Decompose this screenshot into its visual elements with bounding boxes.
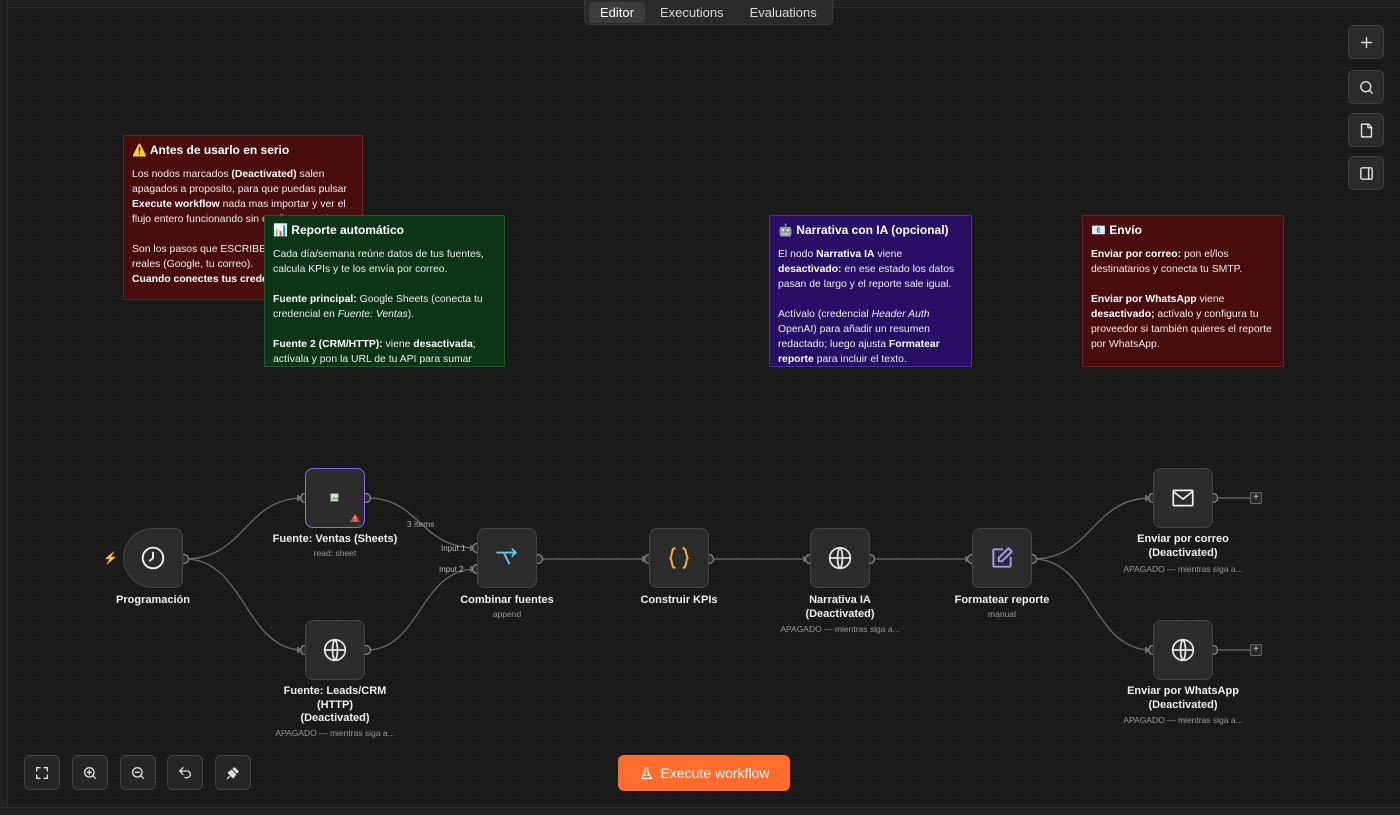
node-label: Combinar fuentes (460, 594, 554, 606)
node-label: Enviar por WhatsApp (Deactivated) (1127, 685, 1239, 711)
merge-icon (496, 548, 518, 565)
undo-icon (178, 766, 191, 778)
tidy-up-button[interactable] (215, 755, 251, 790)
fit-view-button[interactable] (24, 755, 60, 790)
clock-icon (141, 546, 165, 570)
node-label: Fuente: Ventas (Sheets) (272, 533, 398, 545)
items-count-label: 3 items (407, 519, 435, 529)
input-2-label: Input 2 (439, 565, 464, 574)
node-construir-kpis[interactable] (649, 528, 709, 588)
add-after-whatsapp-button[interactable]: + (1250, 644, 1262, 656)
execute-workflow-button[interactable]: Execute workflow (618, 755, 790, 791)
node-subtitle: APAGADO — mientras siga a... (275, 728, 395, 738)
node-subtitle: read: sheet (313, 548, 357, 558)
input-1-label: Input 1 (441, 544, 466, 553)
node-narrativa-ia[interactable] (810, 528, 870, 588)
node-fuente-leads[interactable] (305, 620, 365, 680)
node-label: Formatear reporte (954, 594, 1050, 606)
broken-image-icon (329, 492, 338, 501)
mail-icon (1172, 489, 1194, 507)
warning-icon (350, 513, 360, 522)
node-enviar-correo[interactable] (1153, 468, 1213, 528)
zoom-in-icon (84, 766, 96, 779)
trigger-bolt-icon: ⚡ (103, 551, 118, 565)
execute-label: Execute workflow (660, 765, 770, 781)
node-programacion[interactable] (123, 528, 183, 588)
undo-button[interactable] (167, 755, 203, 790)
node-subtitle: append (492, 609, 522, 619)
zoom-in-button[interactable] (72, 755, 108, 790)
node-subtitle: APAGADO — mientras siga a... (1123, 715, 1243, 725)
add-after-email-button[interactable]: + (1250, 492, 1262, 504)
node-combinar-fuentes[interactable] (477, 528, 537, 588)
edit-icon (992, 547, 1013, 568)
globe-icon (1171, 638, 1195, 662)
node-subtitle: APAGADO — mientras siga a... (780, 624, 900, 634)
node-label: Programación (116, 594, 190, 606)
node-label: Enviar por correo (Deactivated) (1137, 533, 1229, 559)
node-label: Construir KPIs (640, 594, 718, 606)
node-label: Fuente: Leads/CRM (HTTP) (Deactivated) (283, 685, 387, 724)
node-enviar-whatsapp[interactable] (1153, 620, 1213, 680)
node-label: Narrativa IA (Deactivated) (805, 594, 875, 620)
zoom-out-button[interactable] (120, 755, 156, 790)
node-fuente-ventas[interactable] (305, 468, 365, 528)
braces-icon (669, 547, 689, 569)
globe-icon (828, 546, 852, 570)
globe-icon (323, 638, 347, 662)
node-subtitle: manual (988, 609, 1016, 619)
node-formatear-reporte[interactable] (972, 528, 1032, 588)
zoom-out-icon (132, 766, 144, 779)
brush-icon (226, 766, 239, 779)
flask-icon (640, 766, 652, 779)
fit-view-icon (36, 766, 48, 779)
node-subtitle: APAGADO — mientras siga a... (1123, 564, 1243, 574)
